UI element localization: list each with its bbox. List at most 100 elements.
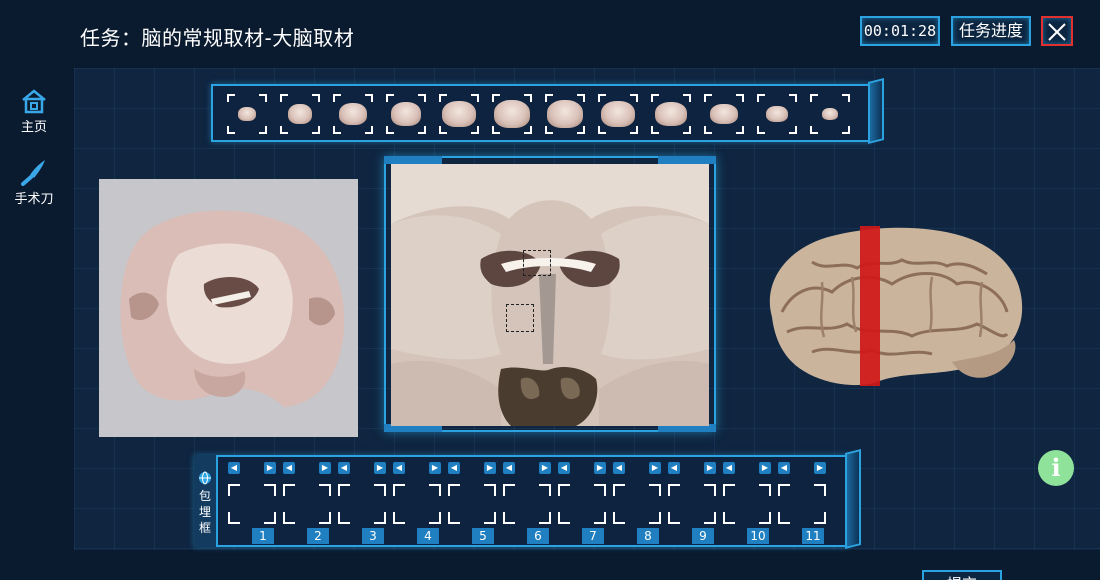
move-left-arrow-icon[interactable]: ◀	[283, 462, 295, 474]
cassette-bracket	[778, 484, 790, 496]
move-left-arrow-icon[interactable]: ◀	[613, 462, 625, 474]
slice-slot[interactable]	[545, 94, 585, 134]
cassette-slot[interactable]: ◀ ▶ 11	[778, 462, 833, 546]
sampling-box[interactable]	[523, 250, 551, 276]
strip-3d-edge	[868, 78, 884, 144]
cassette-bracket	[374, 512, 386, 524]
cassette-bracket	[319, 512, 331, 524]
slice-slot[interactable]	[704, 94, 744, 134]
move-right-arrow-icon[interactable]: ▶	[429, 462, 441, 474]
move-left-arrow-icon[interactable]: ◀	[503, 462, 515, 474]
cassette-bracket	[539, 484, 551, 496]
move-right-arrow-icon[interactable]: ▶	[814, 462, 826, 474]
move-left-arrow-icon[interactable]: ◀	[228, 462, 240, 474]
slice-slot[interactable]	[333, 94, 373, 134]
move-left-arrow-icon[interactable]: ◀	[668, 462, 680, 474]
move-right-arrow-icon[interactable]: ▶	[594, 462, 606, 474]
slice-slot[interactable]	[492, 94, 532, 134]
cassette-bracket	[668, 512, 680, 524]
slice-thumbnail	[494, 100, 530, 128]
move-left-arrow-icon[interactable]: ◀	[393, 462, 405, 474]
cassette-bracket	[264, 512, 276, 524]
cassette-slot[interactable]: ◀ ▶ 8	[613, 462, 668, 546]
move-left-arrow-icon[interactable]: ◀	[338, 462, 350, 474]
move-right-arrow-icon[interactable]: ▶	[264, 462, 276, 474]
cassette-bracket	[613, 484, 625, 496]
cassette-bracket	[228, 484, 240, 496]
cassette-slot[interactable]: ◀ ▶ 2	[283, 462, 338, 546]
cassette-slot[interactable]: ◀ ▶ 3	[338, 462, 393, 546]
move-right-arrow-icon[interactable]: ▶	[649, 462, 661, 474]
cassette-number: 3	[362, 528, 384, 544]
slice-slot[interactable]	[651, 94, 691, 134]
move-right-arrow-icon[interactable]: ▶	[759, 462, 771, 474]
close-button[interactable]	[1041, 16, 1073, 46]
slice-slot[interactable]	[810, 94, 850, 134]
move-right-arrow-icon[interactable]: ▶	[484, 462, 496, 474]
brain-3d-model[interactable]	[752, 222, 1028, 390]
move-left-arrow-icon[interactable]: ◀	[558, 462, 570, 474]
info-icon: i	[1051, 453, 1061, 482]
cassette-bracket	[319, 484, 331, 496]
slice-thumbnail	[238, 107, 256, 121]
cassette-bracket	[759, 484, 771, 496]
cassette-slot[interactable]: ◀ ▶ 5	[448, 462, 503, 546]
cassette-number: 5	[472, 528, 494, 544]
brain-section-photo	[99, 179, 358, 437]
cassette-slot[interactable]: ◀ ▶ 7	[558, 462, 613, 546]
slice-thumbnail	[339, 103, 367, 125]
slice-thumbnail	[601, 101, 635, 127]
cassette-bracket	[594, 484, 606, 496]
cassette-bracket	[649, 484, 661, 496]
move-left-arrow-icon[interactable]: ◀	[448, 462, 460, 474]
move-right-arrow-icon[interactable]: ▶	[539, 462, 551, 474]
move-left-arrow-icon[interactable]: ◀	[723, 462, 735, 474]
home-icon	[22, 89, 46, 114]
task-progress-button[interactable]: 任务进度	[951, 16, 1031, 46]
cassette-number: 10	[747, 528, 769, 544]
submit-button[interactable]: 提交	[922, 570, 1002, 580]
slice-slot[interactable]	[757, 94, 797, 134]
slice-slot[interactable]	[439, 94, 479, 134]
cassette-slot[interactable]: ◀ ▶ 6	[503, 462, 558, 546]
cassette-bracket	[503, 484, 515, 496]
sidebar-item-scalpel[interactable]: 手术刀	[8, 158, 60, 207]
cassette-bracket	[814, 512, 826, 524]
sidebar-item-home[interactable]: 主页	[8, 88, 60, 135]
sampling-box[interactable]	[506, 304, 534, 332]
scalpel-icon	[21, 160, 45, 186]
cassette-bracket	[283, 512, 295, 524]
move-left-arrow-icon[interactable]: ◀	[778, 462, 790, 474]
move-right-arrow-icon[interactable]: ▶	[704, 462, 716, 474]
cassette-bracket	[228, 512, 240, 524]
viewer-corner	[384, 156, 442, 164]
cassette-slot[interactable]: ◀ ▶ 10	[723, 462, 778, 546]
slice-thumbnail	[766, 106, 788, 122]
cassette-bracket	[283, 484, 295, 496]
cassette-bracket	[558, 484, 570, 496]
brain-slice-strip	[211, 84, 871, 142]
slice-viewer[interactable]	[391, 164, 709, 426]
cassette-slot[interactable]: ◀ ▶ 9	[668, 462, 723, 546]
cassette-bracket	[448, 512, 460, 524]
slice-slot[interactable]	[280, 94, 320, 134]
cassette-slot[interactable]: ◀ ▶ 4	[393, 462, 448, 546]
slice-slot[interactable]	[598, 94, 638, 134]
cassette-number: 1	[252, 528, 274, 544]
cassette-bracket	[393, 484, 405, 496]
slice-thumbnail	[655, 102, 687, 126]
move-right-arrow-icon[interactable]: ▶	[374, 462, 386, 474]
cassette-bracket	[448, 484, 460, 496]
slice-slot[interactable]	[386, 94, 426, 134]
move-right-arrow-icon[interactable]: ▶	[319, 462, 331, 474]
viewer-corner	[658, 156, 716, 164]
slice-slot[interactable]	[227, 94, 267, 134]
cassette-number: 11	[802, 528, 824, 544]
cassette-bracket	[558, 512, 570, 524]
cassette-slot[interactable]: ◀ ▶ 1	[228, 462, 283, 546]
cassette-bracket	[374, 484, 386, 496]
cassette-number: 9	[692, 528, 714, 544]
cassette-bracket	[429, 512, 441, 524]
info-button[interactable]: i	[1038, 450, 1074, 486]
slice-thumbnail	[710, 104, 738, 124]
